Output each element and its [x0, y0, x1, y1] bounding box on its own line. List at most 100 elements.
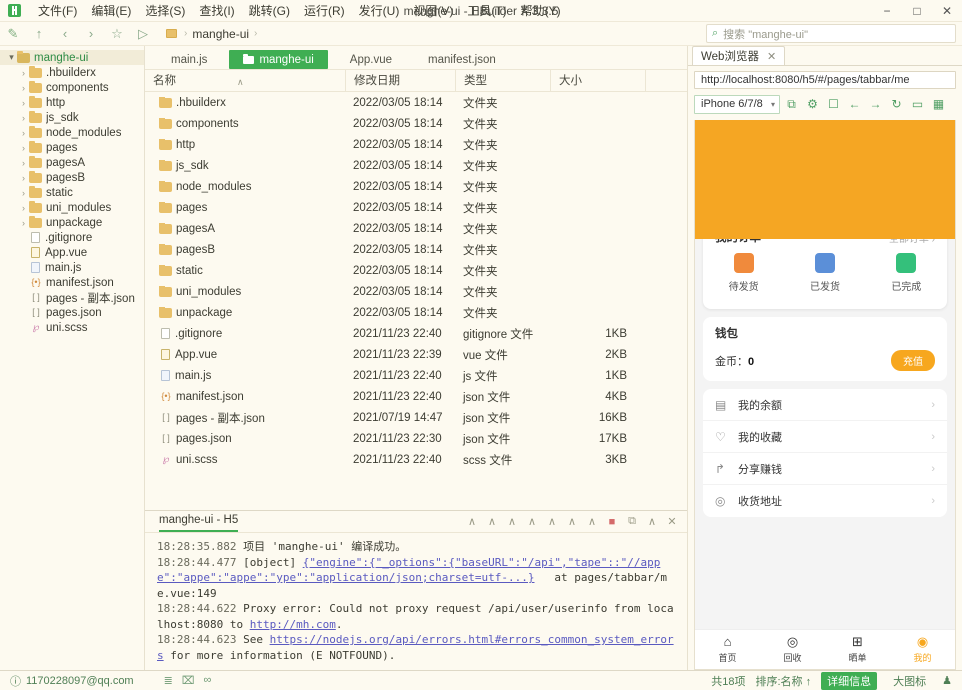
back-icon[interactable]: ← — [845, 95, 864, 114]
table-row[interactable]: components2022/03/05 18:14文件夹 — [145, 113, 687, 134]
prev-icon[interactable]: ∧ — [483, 513, 501, 531]
chevron-right-icon[interactable]: › — [18, 143, 29, 153]
table-row[interactable]: http2022/03/05 18:14文件夹 — [145, 134, 687, 155]
menu-edit[interactable]: 编辑(E) — [84, 0, 138, 21]
column-header-date[interactable]: 修改日期 — [345, 70, 455, 92]
tabbar-item-晒单[interactable]: ⊞晒单 — [825, 630, 890, 669]
table-row[interactable]: .hbuilderx2022/03/05 18:14文件夹 — [145, 92, 687, 113]
tree-item-pages[interactable]: ›pages — [0, 140, 144, 155]
tree-item-main.js[interactable]: main.js — [0, 260, 144, 275]
account-status[interactable]: ⓘ 1170228097@qq.com — [10, 673, 134, 689]
order-status-completed[interactable]: 已完成 — [866, 253, 947, 293]
chevron-right-icon[interactable]: › — [18, 98, 29, 108]
table-row[interactable]: js_sdk2022/03/05 18:14文件夹 — [145, 155, 687, 176]
recharge-button[interactable]: 充值 — [891, 350, 935, 371]
scroll-up-icon[interactable]: ∧ — [523, 513, 541, 531]
wrap-icon[interactable]: ∧ — [543, 513, 561, 531]
console-output[interactable]: 18:28:35.882 项目 'manghe-ui' 编译成功。18:28:4… — [145, 533, 687, 670]
tree-item-.gitignore[interactable]: .gitignore — [0, 230, 144, 245]
lock-icon[interactable]: ▭ — [908, 95, 927, 114]
console-tab-manghe-ui-h5[interactable]: manghe-ui - H5 — [159, 511, 238, 532]
chevron-down-icon[interactable]: ▾ — [6, 52, 17, 63]
tree-item-static[interactable]: ›static — [0, 185, 144, 200]
devtools-icon[interactable]: ▦ — [929, 95, 948, 114]
menu-publish[interactable]: 发行(U) — [352, 0, 407, 21]
chevron-right-icon[interactable]: › — [18, 188, 29, 198]
screenshot-icon[interactable]: ☐ — [824, 95, 843, 114]
tree-item-node_modules[interactable]: ›node_modules — [0, 125, 144, 140]
link-icon[interactable]: ∞ — [204, 674, 212, 687]
tree-item-pagesB[interactable]: ›pagesB — [0, 170, 144, 185]
list-item[interactable]: ♡我的收藏› — [703, 421, 947, 453]
breadcrumb-item-project[interactable]: manghe-ui — [192, 27, 249, 41]
list-item[interactable]: ↱分享赚钱› — [703, 453, 947, 485]
table-row[interactable]: [ ]pages - 副本.json2021/07/19 14:47json 文… — [145, 407, 687, 428]
next-icon[interactable]: ∧ — [503, 513, 521, 531]
tree-item-uni_modules[interactable]: ›uni_modules — [0, 200, 144, 215]
maximize-button[interactable]: □ — [902, 0, 932, 22]
menu-run[interactable]: 运行(R) — [297, 0, 352, 21]
view-large-icon-button[interactable]: 大图标 — [887, 672, 932, 690]
tree-item-.hbuilderx[interactable]: ›.hbuilderx — [0, 65, 144, 80]
minimize-panel-icon[interactable]: ∧ — [643, 513, 661, 531]
forward-icon[interactable]: → — [866, 95, 885, 114]
tab-web-browser[interactable]: Web浏览器 ✕ — [692, 46, 785, 65]
table-row[interactable]: pagesB2022/03/05 18:14文件夹 — [145, 239, 687, 260]
sort-indicator[interactable]: 排序:名称 ↑ — [756, 673, 812, 689]
table-row[interactable]: pages2022/03/05 18:14文件夹 — [145, 197, 687, 218]
close-icon[interactable]: ✕ — [767, 50, 776, 63]
chevron-right-icon[interactable]: › — [18, 173, 29, 183]
table-row[interactable]: static2022/03/05 18:14文件夹 — [145, 260, 687, 281]
tree-item-uni.scss[interactable]: ℘uni.scss — [0, 320, 144, 335]
tabbar-item-首页[interactable]: ⌂首页 — [695, 630, 760, 669]
chevron-right-icon[interactable]: › — [18, 128, 29, 138]
tree-item-js_sdk[interactable]: ›js_sdk — [0, 110, 144, 125]
filter-icon[interactable]: ∧ — [563, 513, 581, 531]
reload-icon[interactable]: ↻ — [887, 95, 906, 114]
list-view-icon[interactable]: ≣ — [164, 674, 173, 687]
order-status-pending-ship[interactable]: 待发货 — [703, 253, 784, 293]
tab-app-vue[interactable]: App.vue — [336, 50, 406, 69]
column-header-name[interactable]: 名称 ∧ — [145, 70, 345, 92]
tabbar-item-回收[interactable]: ◎回收 — [760, 630, 825, 669]
stop-icon[interactable]: ■ — [603, 513, 621, 531]
up-icon[interactable]: ↑ — [26, 23, 52, 45]
collapse-icon[interactable]: ∧ — [463, 513, 481, 531]
clear-icon[interactable]: ⧉ — [623, 513, 641, 531]
tree-item-components[interactable]: ›components — [0, 80, 144, 95]
order-status-shipped[interactable]: 已发货 — [784, 253, 865, 293]
console-link[interactable]: http://mh.com — [250, 618, 336, 631]
close-button[interactable]: ✕ — [932, 0, 962, 22]
table-row[interactable]: App.vue2021/11/23 22:39vue 文件2KB — [145, 344, 687, 365]
column-header-type[interactable]: 类型 — [455, 70, 550, 92]
view-detail-button[interactable]: 详细信息 — [821, 672, 877, 690]
table-row[interactable]: unpackage2022/03/05 18:14文件夹 — [145, 302, 687, 323]
tree-item-manifest.json[interactable]: {•}manifest.json — [0, 275, 144, 290]
menu-find[interactable]: 查找(I) — [192, 0, 241, 21]
tree-item-unpackage[interactable]: ›unpackage — [0, 215, 144, 230]
favorite-icon[interactable]: ☆ — [104, 23, 130, 45]
tab-manifest-json[interactable]: manifest.json — [414, 50, 510, 69]
menu-help[interactable]: 帮助(Y) — [514, 0, 568, 21]
table-row[interactable]: {•}manifest.json2021/11/23 22:40json 文件4… — [145, 386, 687, 407]
chevron-right-icon[interactable]: › — [18, 113, 29, 123]
top-icon[interactable]: ∧ — [583, 513, 601, 531]
table-row[interactable]: .gitignore2021/11/23 22:40gitignore 文件1K… — [145, 323, 687, 344]
table-row[interactable]: main.js2021/11/23 22:40js 文件1KB — [145, 365, 687, 386]
close-panel-icon[interactable]: ✕ — [663, 513, 681, 531]
list-item[interactable]: ▤我的余额› — [703, 389, 947, 421]
menu-view[interactable]: 视图(V) — [406, 0, 460, 21]
forward-icon[interactable]: › — [78, 23, 104, 45]
tree-item-http[interactable]: ›http — [0, 95, 144, 110]
minimize-button[interactable]: − — [872, 0, 902, 22]
chevron-right-icon[interactable]: › — [18, 203, 29, 213]
table-row[interactable]: pagesA2022/03/05 18:14文件夹 — [145, 218, 687, 239]
url-input[interactable]: http://localhost:8080/h5/#/pages/tabbar/… — [694, 71, 956, 89]
tree-item-App.vue[interactable]: App.vue — [0, 245, 144, 260]
menu-tools[interactable]: 工具(T) — [460, 0, 513, 21]
list-item[interactable]: ◎收货地址› — [703, 485, 947, 517]
search-input[interactable]: ⌕ 搜索 "manghe-ui" — [706, 24, 956, 43]
menu-select[interactable]: 选择(S) — [138, 0, 192, 21]
tree-item-pages-----.json[interactable]: [ ]pages - 副本.json — [0, 290, 144, 305]
tree-item-pagesA[interactable]: ›pagesA — [0, 155, 144, 170]
